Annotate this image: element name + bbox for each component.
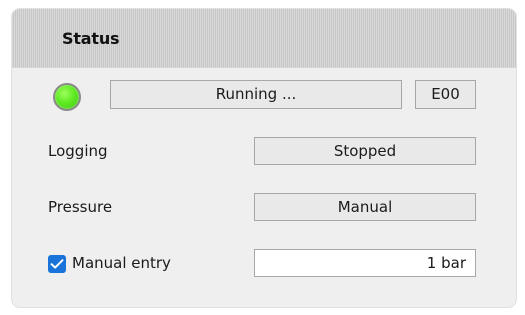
manual-pressure-input[interactable]: 1 bar <box>254 249 476 277</box>
manual-entry-label[interactable]: Manual entry <box>72 254 171 272</box>
panel-header: Status <box>12 9 516 68</box>
status-led-icon <box>53 83 81 111</box>
manual-entry-checkbox[interactable] <box>48 255 66 273</box>
logging-label: Logging <box>48 142 108 160</box>
pressure-mode-field: Manual <box>254 193 476 221</box>
pressure-label: Pressure <box>48 198 113 216</box>
error-code-display: E00 <box>415 80 476 109</box>
checkmark-icon <box>50 259 64 269</box>
panel-title: Status <box>62 29 120 48</box>
logging-status-field: Stopped <box>254 137 476 165</box>
status-display: Running ... <box>110 80 402 109</box>
